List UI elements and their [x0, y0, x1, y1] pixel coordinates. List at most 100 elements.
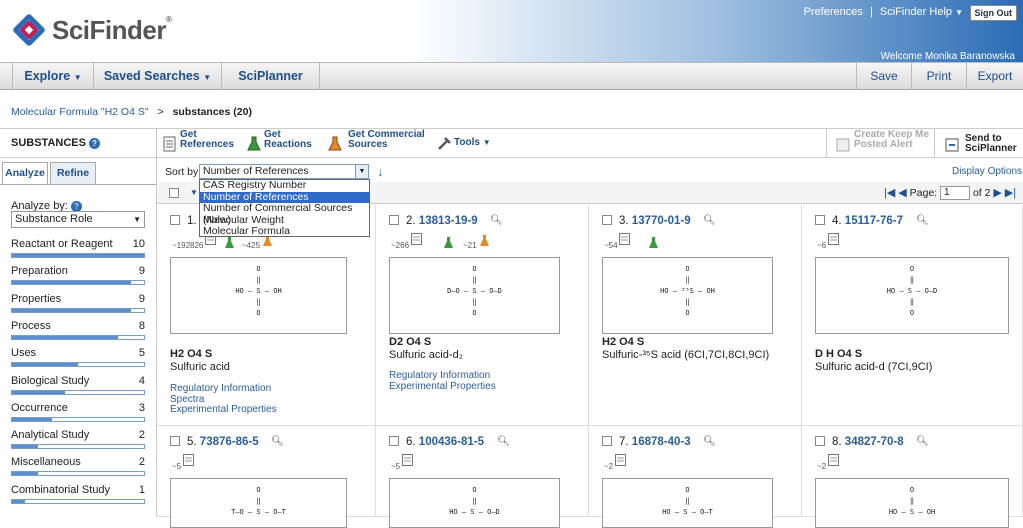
reference-count[interactable]: ~2 [817, 462, 826, 471]
facet-item[interactable]: Analytical Study 2 [11, 429, 145, 450]
cas-link[interactable]: 15117-76-7 [845, 215, 903, 227]
explore-menu[interactable]: Explore ▼ [12, 63, 94, 90]
send-to-line2: SciPlanner [965, 143, 1017, 154]
help-icon[interactable]: ? [88, 138, 100, 149]
sign-out-button[interactable]: Sign Out [969, 5, 1017, 21]
tab-refine[interactable]: Refine [50, 162, 96, 184]
result-checkbox[interactable] [170, 436, 180, 446]
facet-item[interactable]: Preparation 9 [11, 265, 145, 286]
get-references-button[interactable]: Get References [180, 130, 234, 150]
get-commercial-sources-button[interactable]: Get Commercial Sources [348, 130, 425, 150]
facet-item[interactable]: Reactant or Reagent 10 [11, 238, 145, 258]
chevron-down-icon[interactable]: ▼ [190, 188, 198, 197]
tools-menu[interactable]: Tools ▼ [454, 138, 491, 148]
select-all-checkbox[interactable] [169, 188, 179, 198]
result-link[interactable]: Experimental Properties [389, 381, 496, 392]
facet-item[interactable]: Combinatorial Study 1 [11, 484, 145, 504]
send-to-sciplanner-button[interactable]: Send to SciPlanner [965, 134, 1017, 154]
reference-count[interactable]: ~192826 [172, 241, 203, 250]
sort-option[interactable]: Molecular Formula [200, 225, 369, 238]
document-icon[interactable] [827, 454, 839, 466]
cas-link[interactable]: 13813-19-9 [419, 215, 478, 227]
sciplanner-link[interactable]: SciPlanner [222, 63, 320, 90]
facet-item[interactable]: Biological Study 4 [11, 375, 145, 395]
document-icon[interactable] [827, 233, 839, 245]
sort-option[interactable]: Number of Commercial Sources (New) [200, 202, 369, 225]
document-icon[interactable] [619, 233, 631, 245]
print-button[interactable]: Print [911, 63, 966, 90]
flask-icon [247, 136, 261, 151]
result-checkbox[interactable] [815, 215, 825, 225]
chevron-down-icon: ▼ [355, 165, 368, 178]
commercial-count[interactable]: ~425 [242, 241, 260, 250]
next-page-icon[interactable]: ▶ [993, 187, 1001, 199]
result-number-line: 1. [187, 215, 197, 227]
facet-item[interactable]: Miscellaneous 2 [11, 456, 145, 477]
result-link[interactable]: Regulatory Information [389, 370, 490, 381]
page-input[interactable]: 1 [940, 186, 971, 201]
export-button[interactable]: Export [966, 63, 1023, 90]
commercial-count[interactable]: ~21 [463, 241, 477, 250]
result-number-line: 3. 13770-01-9 [619, 215, 691, 227]
flask-icon[interactable] [443, 237, 454, 249]
facet-item[interactable]: Occurrence 3 [11, 402, 145, 422]
flask-icon[interactable] [648, 237, 659, 249]
result-link[interactable]: Regulatory Information [170, 383, 271, 394]
magnify-icon[interactable]: 🔍︎ [703, 436, 716, 447]
preferences-link[interactable]: Preferences [804, 6, 863, 18]
result-checkbox[interactable] [389, 215, 399, 225]
get-reactions-button[interactable]: Get Reactions [264, 130, 312, 150]
breadcrumb-query-link[interactable]: Molecular Formula "H2 O4 S" [11, 106, 149, 118]
sort-select[interactable]: Number of References ▼ [199, 164, 369, 179]
cas-link[interactable]: 73876-86-5 [200, 436, 259, 448]
tab-analyze[interactable]: Analyze [2, 162, 48, 184]
magnify-icon[interactable]: 🔍︎ [271, 436, 284, 447]
facet-item[interactable]: Uses 5 [11, 347, 145, 368]
facet-item[interactable]: Properties 9 [11, 293, 145, 313]
document-icon[interactable] [182, 454, 194, 466]
cas-link[interactable]: 34827-70-8 [845, 436, 904, 448]
document-icon[interactable] [614, 454, 626, 466]
result-link[interactable]: Spectra [170, 394, 204, 405]
reference-count[interactable]: ~5 [172, 462, 181, 471]
facet-item[interactable]: Process 8 [11, 320, 145, 340]
cas-link[interactable]: 13770-01-9 [632, 215, 691, 227]
reference-count[interactable]: ~2 [604, 462, 613, 471]
first-page-icon[interactable]: |◀ [884, 187, 895, 199]
facet-bar [11, 334, 145, 340]
sort-option[interactable]: CAS Registry Number [200, 179, 369, 192]
result-checkbox[interactable] [389, 436, 399, 446]
facet-bar-fill [12, 390, 65, 394]
reference-count[interactable]: ~5 [391, 462, 400, 471]
create-keep-me-posted-button[interactable]: Create Keep Me Posted Alert [854, 130, 929, 150]
last-page-icon[interactable]: ▶| [1005, 187, 1016, 199]
sort-direction-icon[interactable]: ↓ [377, 164, 384, 179]
display-options-link[interactable]: Display Options [952, 166, 1022, 177]
magnify-icon[interactable]: 🔍︎ [703, 215, 716, 226]
reference-count[interactable]: ~266 [391, 241, 409, 250]
result-checkbox[interactable] [602, 215, 612, 225]
magnify-icon[interactable]: 🔍︎ [490, 215, 503, 226]
analyze-by-select[interactable]: Substance Role ▼ [11, 211, 145, 228]
facet-bar-fill [12, 254, 144, 257]
magnify-icon[interactable]: 🔍︎ [497, 436, 510, 447]
result-link[interactable]: Experimental Properties [170, 404, 277, 415]
saved-searches-menu[interactable]: Saved Searches ▼ [94, 63, 222, 90]
reference-count[interactable]: ~6 [817, 241, 826, 250]
reference-count[interactable]: ~54 [604, 241, 618, 250]
commercial-sources-icon[interactable] [479, 235, 490, 247]
flask-icon[interactable] [224, 237, 235, 249]
help-link[interactable]: SciFinder Help [880, 6, 952, 18]
document-icon[interactable] [410, 233, 422, 245]
scifinder-logo[interactable]: SciFinder® [12, 13, 172, 47]
save-button[interactable]: Save [856, 63, 911, 90]
magnify-icon[interactable]: 🔍︎ [916, 215, 929, 226]
result-checkbox[interactable] [602, 436, 612, 446]
document-icon[interactable] [401, 454, 413, 466]
result-checkbox[interactable] [815, 436, 825, 446]
result-checkbox[interactable] [170, 215, 180, 225]
cas-link[interactable]: 100436-81-5 [419, 436, 484, 448]
cas-link[interactable]: 16878-40-3 [632, 436, 691, 448]
prev-page-icon[interactable]: ◀ [898, 187, 906, 199]
magnify-icon[interactable]: 🔍︎ [916, 436, 929, 447]
